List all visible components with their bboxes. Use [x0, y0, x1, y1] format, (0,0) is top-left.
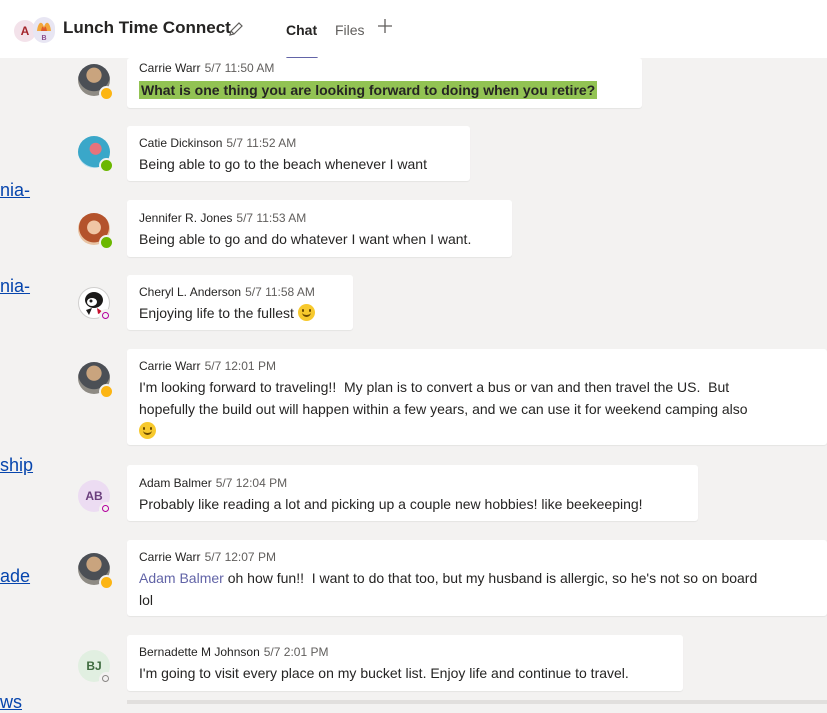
message-text-line: lol [139, 592, 154, 608]
message-text: What is one thing you are looking forwar… [139, 80, 598, 100]
timestamp: 5/7 12:01 PM [204, 359, 276, 373]
author-name[interactable]: Bernadette M Johnson [139, 645, 260, 659]
message-meta: Adam Balmer 5/7 12:04 PM [139, 476, 287, 490]
message-emoji-line [139, 421, 156, 441]
left-link-fragment[interactable]: nia- [0, 180, 30, 201]
edit-pencil-icon[interactable] [227, 20, 245, 38]
tab-chat[interactable]: Chat [286, 22, 317, 38]
message-meta: Cheryl L. Anderson 5/7 11:58 AM [139, 285, 315, 299]
status-offline-icon [99, 672, 114, 687]
chat-title: Lunch Time Connect [63, 18, 231, 37]
status-out-of-office-icon [99, 502, 114, 517]
status-away-icon [99, 86, 114, 101]
left-link-fragment[interactable]: ship [0, 455, 33, 476]
message-text: Enjoying life to the fullest [139, 303, 315, 323]
status-available-icon [99, 235, 114, 250]
status-available-icon [99, 158, 114, 173]
message-meta: Carrie Warr 5/7 12:01 PM [139, 359, 276, 373]
message-text: Being able to go to the beach whenever I… [139, 156, 427, 172]
message-meta: Catie Dickinson 5/7 11:52 AM [139, 136, 296, 150]
author-name[interactable]: Carrie Warr [139, 550, 201, 564]
message-meta: Carrie Warr 5/7 12:07 PM [139, 550, 276, 564]
message-text: I'm going to visit every place on my buc… [139, 665, 629, 681]
message-text-content: oh how fun!! I want to do that too, but … [223, 570, 758, 586]
author-name[interactable]: Catie Dickinson [139, 136, 222, 150]
timestamp: 5/7 11:52 AM [226, 136, 297, 150]
smile-emoji-icon [139, 422, 156, 439]
timestamp: 5/7 2:01 PM [263, 645, 329, 659]
left-link-fragment[interactable]: ws [0, 692, 22, 713]
author-name[interactable]: Carrie Warr [139, 359, 201, 373]
avatar-b-letter: B [41, 35, 47, 42]
author-name[interactable]: Cheryl L. Anderson [139, 285, 241, 299]
timestamp: 5/7 11:58 AM [245, 285, 315, 299]
message-text-line: Adam Balmer oh how fun!! I want to do th… [139, 568, 757, 588]
left-link-fragment[interactable]: nia- [0, 276, 30, 297]
author-name[interactable]: Adam Balmer [139, 476, 212, 490]
add-tab-plus-icon[interactable] [376, 17, 394, 35]
compose-divider [127, 700, 827, 704]
timestamp: 5/7 11:53 AM [236, 211, 307, 225]
group-avatar[interactable]: A B [14, 17, 55, 47]
message-text-line: hopefully the build out will happen with… [139, 401, 748, 417]
message-text: Probably like reading a lot and picking … [139, 496, 643, 512]
message-meta: Bernadette M Johnson 5/7 2:01 PM [139, 645, 328, 659]
message-meta: Carrie Warr 5/7 11:50 AM [139, 61, 274, 75]
message-meta: Jennifer R. Jones 5/7 11:53 AM [139, 211, 306, 225]
timestamp: 5/7 11:50 AM [204, 61, 275, 75]
tab-files[interactable]: Files [335, 22, 365, 38]
left-link-fragment[interactable]: ade [0, 566, 30, 587]
message-text-content: Enjoying life to the fullest [139, 305, 294, 321]
avatar-b: B [33, 17, 55, 43]
status-away-icon [99, 384, 114, 399]
timestamp: 5/7 12:04 PM [215, 476, 288, 490]
status-away-icon [99, 575, 114, 590]
chat-header: A B Lunch Time Connect Chat Files [0, 0, 827, 60]
message-text: Being able to go and do whatever I want … [139, 231, 472, 247]
author-name[interactable]: Carrie Warr [139, 61, 201, 75]
status-out-of-office-icon [99, 309, 114, 324]
timestamp: 5/7 12:07 PM [204, 550, 276, 564]
message-text-line: I'm looking forward to traveling!! My pl… [139, 379, 730, 395]
author-name[interactable]: Jennifer R. Jones [139, 211, 232, 225]
mention-link[interactable]: Adam Balmer [139, 570, 224, 586]
smile-emoji-icon [297, 304, 315, 321]
highlighted-text: What is one thing you are looking forwar… [139, 81, 598, 99]
